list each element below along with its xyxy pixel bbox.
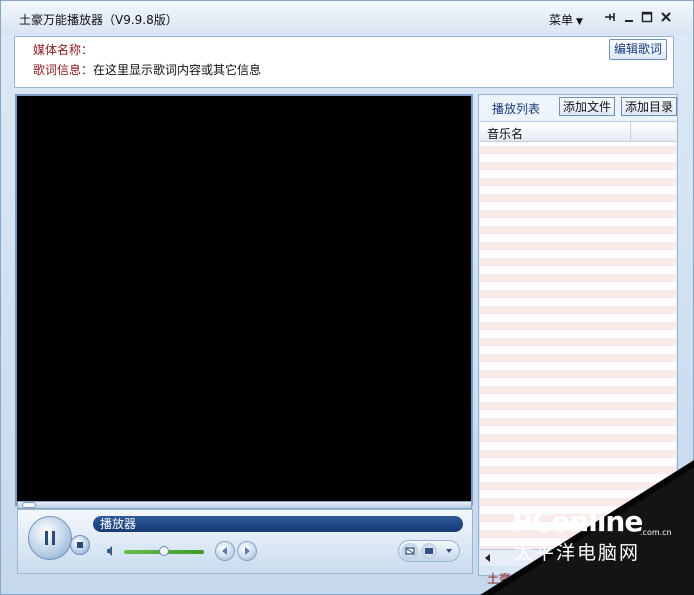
- media-name-row: 媒体名称：: [33, 41, 93, 58]
- view-controls: [398, 540, 460, 562]
- menu-button[interactable]: 菜单 ▼: [549, 11, 583, 28]
- media-name-label: 媒体名称：: [33, 43, 94, 57]
- column-divider[interactable]: [630, 122, 631, 142]
- tab-playlist[interactable]: 播放列表: [492, 100, 540, 117]
- mute-icon[interactable]: [402, 543, 418, 559]
- fullscreen-icon[interactable]: [421, 543, 437, 559]
- next-icon: [245, 547, 250, 555]
- pause-icon: [45, 531, 55, 545]
- maximize-icon[interactable]: [639, 9, 655, 25]
- next-button[interactable]: [237, 541, 257, 561]
- title-bar[interactable]: 土豪万能播放器（V9.9.8版） 菜单 ▼: [1, 1, 693, 35]
- add-folder-button[interactable]: 添加目录: [621, 97, 677, 116]
- add-file-button[interactable]: 添加文件: [559, 97, 616, 116]
- lyrics-row: 歌词信息：在这里显示歌词内容或其它信息: [33, 61, 261, 78]
- chevron-down-icon[interactable]: [441, 543, 457, 559]
- watermark-domain: .com.cn: [640, 528, 672, 537]
- close-icon[interactable]: [658, 9, 674, 25]
- seek-bar[interactable]: [17, 501, 472, 509]
- status-bar: 播放器: [93, 516, 463, 532]
- info-panel: 媒体名称： 歌词信息：在这里显示歌词内容或其它信息 编辑歌词: [14, 36, 674, 88]
- watermark-logo: PConline .com.cn 太平洋电脑网: [512, 505, 672, 564]
- lyrics-text: 在这里显示歌词内容或其它信息: [93, 63, 262, 77]
- playlist-panel: 播放列表 添加文件 添加目录 音乐名: [478, 94, 678, 576]
- lyrics-label: 歌词信息：: [33, 63, 94, 77]
- list-header: 音乐名: [480, 122, 676, 142]
- watermark-logo-text: PConline: [512, 505, 643, 538]
- scroll-left-icon[interactable]: [482, 552, 494, 564]
- volume-handle[interactable]: [159, 546, 169, 556]
- menu-label: 菜单: [549, 13, 574, 27]
- stop-icon: [77, 542, 83, 548]
- chevron-down-icon: ▼: [576, 17, 583, 27]
- pause-button[interactable]: [28, 516, 72, 560]
- previous-button[interactable]: [215, 541, 235, 561]
- speaker-icon[interactable]: [106, 545, 116, 560]
- seek-handle[interactable]: [22, 502, 36, 508]
- watermark-chinese: 太平洋电脑网: [514, 542, 641, 564]
- status-text: 播放器: [100, 517, 137, 531]
- footer-text: 土豪: [487, 572, 512, 586]
- control-panel: 播放器: [17, 509, 473, 574]
- volume-slider[interactable]: [124, 546, 204, 556]
- pin-icon[interactable]: [602, 9, 618, 25]
- window-title: 土豪万能播放器（V9.9.8版）: [19, 13, 178, 27]
- minimize-icon[interactable]: [621, 9, 637, 25]
- edit-lyrics-button[interactable]: 编辑歌词: [608, 39, 667, 60]
- playlist-list[interactable]: 音乐名: [480, 121, 676, 550]
- video-area[interactable]: [15, 94, 473, 506]
- stop-button[interactable]: [70, 535, 90, 555]
- column-header-music-name[interactable]: 音乐名: [487, 125, 523, 142]
- previous-icon: [222, 547, 227, 555]
